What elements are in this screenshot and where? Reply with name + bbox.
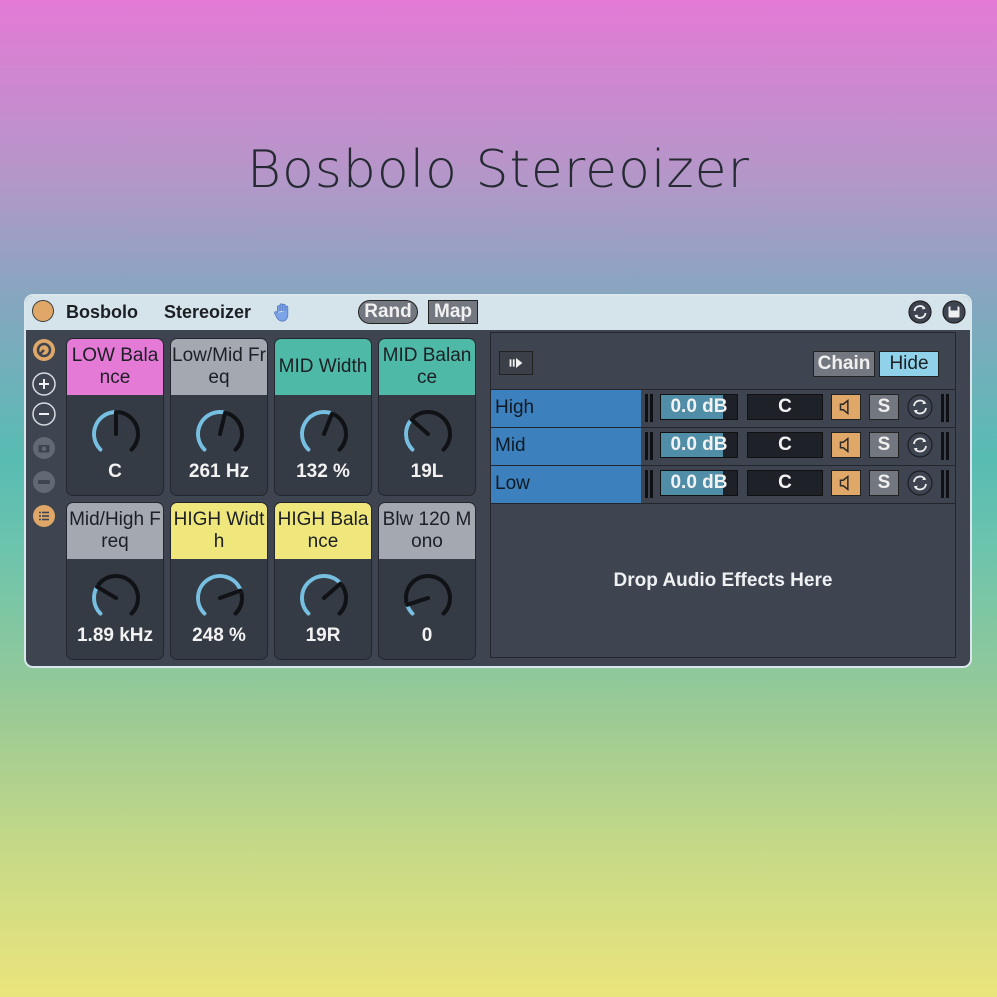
level-meter: [941, 394, 951, 422]
macro-knob-high-balance[interactable]: HIGH Balance 19R: [274, 502, 372, 660]
knob-track: [92, 574, 140, 616]
macro-value: 1.89 kHz: [76, 625, 154, 646]
knob-value-arc: [300, 410, 335, 452]
speaker-icon[interactable]: [831, 432, 861, 458]
hand-icon[interactable]: [272, 301, 294, 323]
device-rack: Bosbolo Stereoizer Rand Map LOW Balance …: [24, 294, 972, 668]
remove-icon[interactable]: [32, 402, 56, 426]
level-meter: [941, 470, 951, 498]
macro-knob-low-balance[interactable]: LOW Balance C: [66, 338, 164, 496]
knob-needle: [218, 410, 228, 436]
knob-needle: [218, 588, 243, 600]
knob-icon[interactable]: [296, 570, 352, 626]
level-meter: [941, 432, 951, 460]
macro-knob-mid-width[interactable]: MID Width 132 %: [274, 338, 372, 496]
speaker-icon[interactable]: [831, 470, 861, 496]
solo-button[interactable]: S: [869, 470, 899, 496]
knob-value-arc: [404, 417, 415, 452]
macro-value: 19R: [305, 625, 341, 646]
knob-track: [404, 574, 452, 616]
device-name-part1: Bosbolo: [66, 302, 138, 322]
chain-panel: Chain Hide High 0.0 dB C S Mid 0.0 dB C …: [490, 332, 956, 658]
macro-label: Blw 120 Mono: [379, 503, 475, 559]
knob-icon[interactable]: [192, 406, 248, 462]
knob-track: [404, 410, 452, 452]
knob-needle: [95, 584, 118, 600]
macro-label: MID Width: [275, 339, 371, 395]
save-icon[interactable]: [942, 300, 966, 324]
page-title: Bosbolo Stereoizer: [246, 140, 751, 200]
camera-icon[interactable]: [32, 436, 56, 460]
sync-icon[interactable]: [907, 432, 933, 458]
play-chain-icon[interactable]: [499, 351, 533, 375]
sync-icon[interactable]: [907, 470, 933, 496]
pan-field[interactable]: C: [747, 432, 823, 458]
sync-icon[interactable]: [907, 394, 933, 420]
macro-orange-icon[interactable]: [32, 338, 56, 362]
macro-knob-low-mid-freq[interactable]: Low/Mid Freq 261 Hz: [170, 338, 268, 496]
pan-field[interactable]: C: [747, 470, 823, 496]
device-sync-icon[interactable]: [908, 300, 932, 324]
knob-value-arc: [92, 410, 118, 452]
knob-value-arc: [92, 584, 103, 616]
chain-name[interactable]: Mid: [491, 428, 641, 465]
volume-field[interactable]: 0.0 dB: [660, 470, 738, 496]
chain-name[interactable]: Low: [491, 466, 641, 503]
drop-area[interactable]: Drop Audio Effects Here: [491, 503, 955, 657]
device-power-button[interactable]: [32, 300, 54, 322]
macro-label: HIGH Width: [171, 503, 267, 559]
macro-knob-blw-120-mono[interactable]: Blw 120 Mono 0: [378, 502, 476, 660]
macro-value: 19L: [410, 461, 444, 482]
minus-disabled-icon[interactable]: [32, 470, 56, 494]
macro-label: LOW Balance: [67, 339, 163, 395]
knob-icon[interactable]: [88, 570, 144, 626]
volume-field[interactable]: 0.0 dB: [660, 394, 738, 420]
level-meter: [645, 432, 655, 460]
macro-label: Mid/High Freq: [67, 503, 163, 559]
knob-icon[interactable]: [400, 406, 456, 462]
macro-label: Low/Mid Freq: [171, 339, 267, 395]
knob-needle: [409, 417, 430, 436]
macro-knob-high-width[interactable]: HIGH Width 248 %: [170, 502, 268, 660]
macro-value: C: [108, 461, 122, 482]
level-meter: [645, 394, 655, 422]
knob-icon[interactable]: [296, 406, 352, 462]
knob-needle: [405, 596, 430, 607]
solo-button[interactable]: S: [869, 394, 899, 420]
macro-label: HIGH Balance: [275, 503, 371, 559]
device-name-part2: Stereoizer: [164, 302, 252, 322]
chain-row-mid[interactable]: Mid 0.0 dB C S: [491, 427, 955, 465]
macro-label: MID Balance: [379, 339, 475, 395]
knob-needle: [322, 411, 335, 436]
knob-icon[interactable]: [88, 406, 144, 462]
chain-row-low[interactable]: Low 0.0 dB C S: [491, 465, 955, 503]
knob-needle: [322, 581, 343, 600]
knob-value-arc: [300, 574, 343, 616]
chain-button[interactable]: Chain: [813, 351, 875, 377]
hide-button[interactable]: Hide: [879, 351, 939, 377]
chain-row-high[interactable]: High 0.0 dB C S: [491, 389, 955, 427]
rand-button[interactable]: Rand: [358, 300, 418, 324]
add-icon[interactable]: [32, 372, 56, 396]
macro-value: 0: [421, 625, 433, 646]
knob-icon[interactable]: [192, 570, 248, 626]
list-icon[interactable]: [32, 504, 56, 528]
pan-field[interactable]: C: [747, 394, 823, 420]
macro-value: 261 Hz: [188, 461, 250, 482]
volume-field[interactable]: 0.0 dB: [660, 432, 738, 458]
knob-icon[interactable]: [400, 570, 456, 626]
macro-value: 248 %: [192, 625, 246, 646]
speaker-icon[interactable]: [831, 394, 861, 420]
macro-value: 132 %: [296, 461, 350, 482]
macro-knob-mid-high-freq[interactable]: Mid/High Freq 1.89 kHz: [66, 502, 164, 660]
macro-knob-mid-balance[interactable]: MID Balance 19L: [378, 338, 476, 496]
map-button[interactable]: Map: [428, 300, 478, 324]
solo-button[interactable]: S: [869, 432, 899, 458]
device-titlebar: Bosbolo Stereoizer Rand Map: [26, 296, 970, 330]
level-meter: [645, 470, 655, 498]
chain-name[interactable]: High: [491, 390, 641, 427]
